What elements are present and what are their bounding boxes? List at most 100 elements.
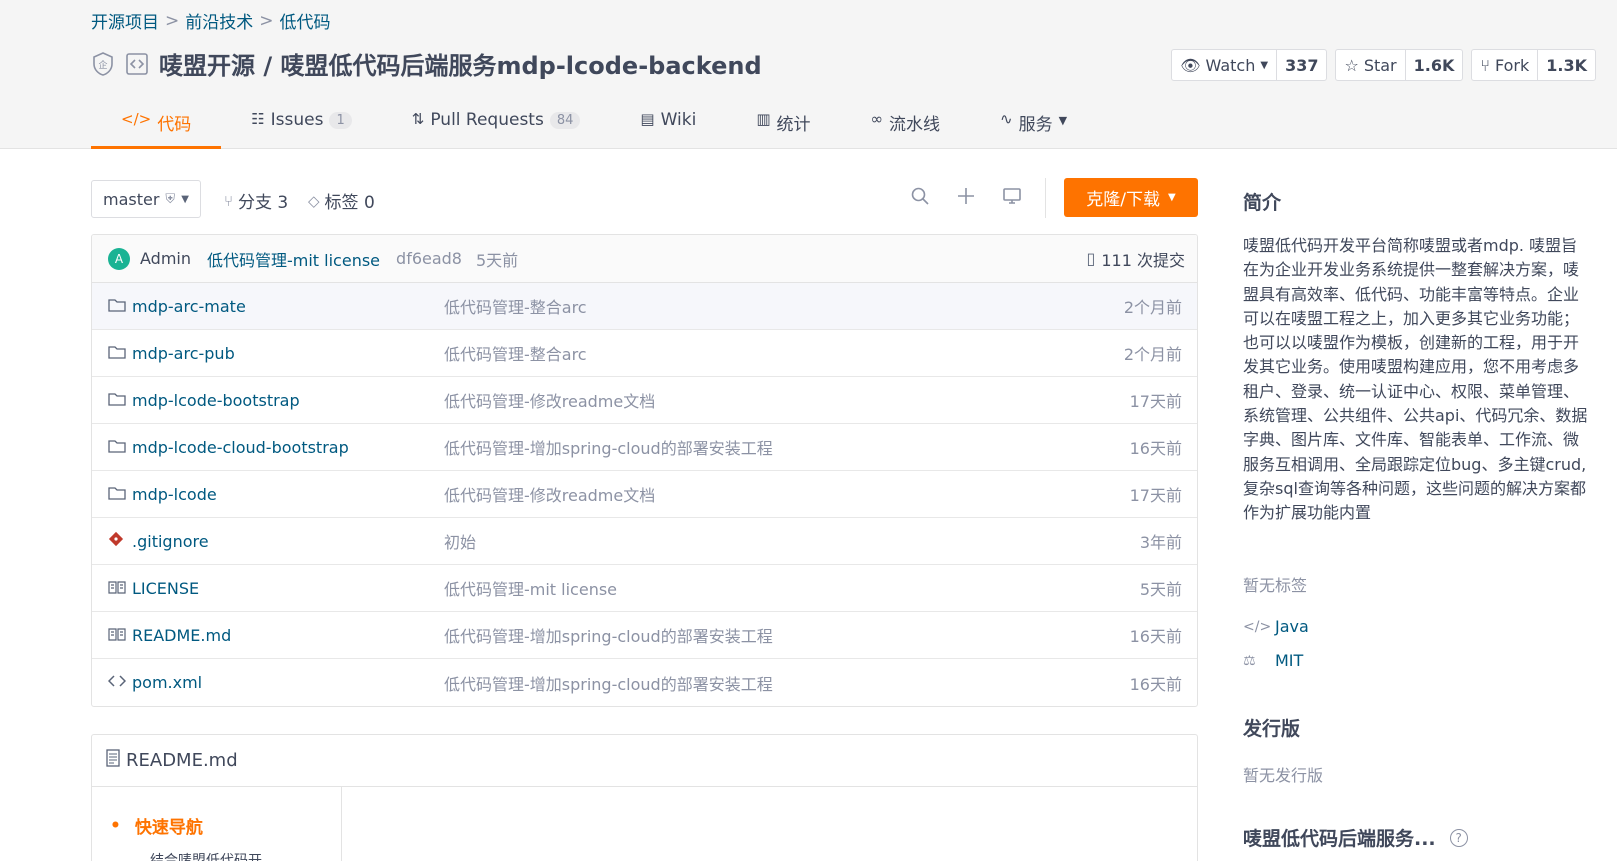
pipeline-icon: ∞ [870, 110, 884, 128]
tab-code[interactable]: </> 代码 [91, 104, 222, 149]
file-name[interactable]: mdp-lcode [132, 485, 444, 504]
tab-label: 流水线 [889, 115, 940, 135]
file-commit-message[interactable]: 低代码管理-修改readme文档 [444, 388, 1130, 412]
language-link[interactable]: </> Java [1243, 617, 1309, 636]
fork-count[interactable]: 1.3K [1537, 50, 1595, 80]
branches-link[interactable]: ⑂ 分支 3 [224, 188, 288, 214]
caret-down-icon: ▼ [1058, 114, 1068, 127]
file-row[interactable]: README.md 低代码管理-增加spring-cloud的部署安装工程 16… [92, 612, 1197, 659]
help-icon[interactable]: ? [1449, 828, 1468, 847]
commit-sha[interactable]: df6ead8 [396, 249, 462, 268]
watch-count[interactable]: 337 [1276, 50, 1326, 80]
file-commit-message[interactable]: 低代码管理-修改readme文档 [444, 482, 1130, 506]
git-icon [108, 531, 128, 551]
file-commit-message[interactable]: 初始 [444, 529, 1140, 553]
pr-count-badge: 84 [549, 112, 581, 129]
commit-message[interactable]: 低代码管理-mit license [207, 247, 380, 271]
file-row[interactable]: mdp-lcode 低代码管理-修改readme文档 17天前 [92, 471, 1197, 518]
file-commit-message[interactable]: 低代码管理-增加spring-cloud的部署安装工程 [444, 435, 1130, 459]
service-icon: ∿ [1000, 110, 1013, 128]
file-time: 17天前 [1129, 392, 1182, 411]
folder-icon [108, 485, 128, 504]
plus-icon[interactable] [956, 186, 976, 211]
file-name[interactable]: pom.xml [132, 673, 444, 692]
file-time: 5天前 [1139, 580, 1182, 599]
book-icon [108, 579, 128, 598]
protected-shield-icon: ⛨ [165, 191, 176, 207]
file-name[interactable]: .gitignore [132, 532, 444, 551]
toc-item[interactable]: • 快速导航 [110, 813, 341, 839]
branch-name: master [103, 189, 160, 209]
tab-label: 服务 [1018, 115, 1053, 135]
file-name[interactable]: mdp-arc-mate [132, 297, 444, 316]
toc-subitem[interactable]: 结合唛盟低代码开 [110, 850, 341, 861]
file-time: 3年前 [1139, 533, 1182, 552]
commit-count-link[interactable]: ▯ 111 次提交 [1087, 247, 1185, 271]
breadcrumb-item[interactable]: 低代码 [280, 8, 331, 33]
breadcrumb-item[interactable]: 前沿技术 [185, 8, 253, 33]
repo-title[interactable]: 唛盟开源 / 唛盟低代码后端服务mdp-lcode-backend [159, 46, 762, 81]
intro-title: 简介 [1243, 192, 1282, 214]
avatar[interactable]: A [108, 247, 130, 270]
file-commit-message[interactable]: 低代码管理-整合arc [444, 341, 1124, 365]
caret-down-icon: ▼ [1260, 59, 1269, 71]
file-commit-message[interactable]: 低代码管理-整合arc [444, 294, 1124, 318]
tags-link[interactable]: ◇ 标签 0 [308, 188, 375, 214]
file-commit-message[interactable]: 低代码管理-mit license [444, 576, 1140, 600]
toc-label: 快速导航 [134, 818, 203, 838]
tab-label: 统计 [776, 115, 811, 135]
tab-pull-requests[interactable]: ⇅ Pull Requests 84 [382, 104, 611, 149]
star-button[interactable]: ☆ Star 1.6K [1335, 49, 1464, 81]
file-name[interactable]: mdp-lcode-bootstrap [132, 391, 444, 410]
watch-button[interactable]: 👁 Watch ▼ 337 [1171, 49, 1328, 81]
file-name[interactable]: README.md [132, 626, 444, 645]
file-row[interactable]: pom.xml 低代码管理-增加spring-cloud的部署安装工程 16天前 [92, 659, 1197, 706]
file-row[interactable]: mdp-arc-mate 低代码管理-整合arc 2个月前 [92, 283, 1197, 330]
star-label: Star [1363, 55, 1397, 75]
file-row[interactable]: mdp-arc-pub 低代码管理-整合arc 2个月前 [92, 330, 1197, 377]
caret-down-icon: ▼ [1168, 192, 1176, 203]
document-icon [106, 749, 120, 772]
book-icon [108, 626, 128, 645]
toolbar-icons [910, 186, 1022, 211]
file-name[interactable]: mdp-lcode-cloud-bootstrap [132, 438, 444, 457]
clone-download-button[interactable]: 克隆/下载 ▼ [1064, 178, 1198, 217]
readme-title[interactable]: README.md [126, 750, 238, 771]
project-title: 唛盟低代码后端服务... ? [1243, 824, 1468, 851]
readme-panel: README.md • 快速导航 结合唛盟低代码开 [91, 734, 1198, 861]
fork-button[interactable]: ⑂ Fork 1.3K [1471, 49, 1596, 81]
file-commit-message[interactable]: 低代码管理-增加spring-cloud的部署安装工程 [444, 671, 1130, 695]
toolbar-divider [1045, 178, 1046, 218]
code-file-icon [107, 673, 128, 692]
file-row[interactable]: mdp-lcode-bootstrap 低代码管理-修改readme文档 17天… [92, 377, 1197, 424]
tab-pipeline[interactable]: ∞ 流水线 [841, 104, 971, 149]
tab-service[interactable]: ∿ 服务 ▼ [970, 104, 1097, 149]
tab-issues[interactable]: ☷ Issues 1 [221, 104, 382, 149]
branch-select[interactable]: master ⛨ ▼ [91, 180, 201, 218]
clone-label: 克隆/下载 [1086, 190, 1161, 210]
bullet-icon: • [110, 815, 121, 836]
license-link[interactable]: ⚖ MIT [1243, 651, 1303, 670]
commit-author[interactable]: Admin [140, 249, 191, 268]
commit-history-icon: ▯ [1086, 249, 1096, 268]
tab-wiki[interactable]: ▤ Wiki [610, 104, 726, 149]
file-time: 16天前 [1129, 627, 1182, 646]
file-commit-message[interactable]: 低代码管理-增加spring-cloud的部署安装工程 [444, 623, 1130, 647]
file-row[interactable]: .gitignore 初始 3年前 [92, 518, 1197, 565]
tab-stats[interactable]: ▥ 统计 [726, 104, 840, 149]
no-release-text: 暂无发行版 [1243, 766, 1324, 785]
tab-label: 代码 [157, 115, 192, 135]
file-name[interactable]: mdp-arc-pub [132, 344, 444, 363]
search-icon[interactable] [910, 186, 930, 211]
tab-label: Pull Requests [430, 110, 544, 130]
breadcrumb-item[interactable]: 开源项目 [91, 8, 159, 33]
caret-down-icon: ▼ [181, 193, 189, 205]
file-time: 16天前 [1129, 439, 1182, 458]
no-tags-text: 暂无标签 [1243, 576, 1308, 595]
web-ide-icon[interactable] [1002, 186, 1022, 211]
file-row[interactable]: LICENSE 低代码管理-mit license 5天前 [92, 565, 1197, 612]
issues-count-badge: 1 [329, 112, 352, 129]
star-count[interactable]: 1.6K [1404, 50, 1463, 80]
file-name[interactable]: LICENSE [132, 579, 444, 598]
file-row[interactable]: mdp-lcode-cloud-bootstrap 低代码管理-增加spring… [92, 424, 1197, 471]
